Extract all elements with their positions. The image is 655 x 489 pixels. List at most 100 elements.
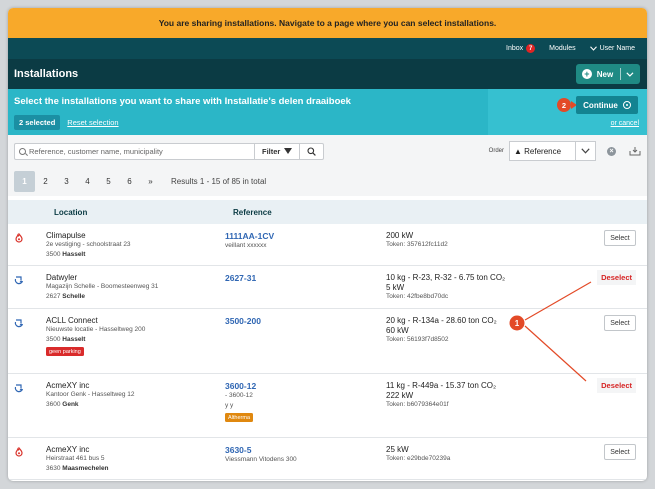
- customer-name: ACLL Connect: [46, 316, 98, 325]
- table-row: Datwyler Magazijn Schelle - Boomesteenweg…: [8, 266, 647, 309]
- heatpump-icon: [14, 275, 24, 287]
- installation-spec: 60 kW: [386, 326, 409, 335]
- annotation-marker-2: 2: [557, 98, 577, 112]
- boiler-icon: [14, 232, 24, 245]
- installation-spec: 11 kg - R-449a - 15.37 ton CO₂: [386, 381, 497, 390]
- table-row: AcmeXY inc Kantoor Genk - Hasseltweg 12 36…: [8, 374, 647, 438]
- select-button[interactable]: Select: [604, 444, 636, 460]
- select-button[interactable]: Select: [604, 230, 636, 246]
- new-button[interactable]: + New: [576, 64, 640, 84]
- page-button-1[interactable]: 1: [14, 171, 35, 192]
- address-line: 2e vestiging - schoolstraat 23: [46, 241, 131, 248]
- column-header-reference: Reference: [233, 207, 272, 217]
- share-info: Select the installations you want to sha…: [8, 89, 488, 135]
- sharing-banner: You are sharing installations. Navigate …: [8, 8, 647, 38]
- deselect-button[interactable]: Deselect: [597, 270, 636, 285]
- chevron-down-icon[interactable]: [626, 71, 634, 77]
- reference-link[interactable]: 3500-200: [225, 316, 261, 326]
- installation-spec: 20 kg - R-134a - 28.60 ton CO₂: [386, 316, 497, 325]
- address-line: Kantoor Genk - Hasseltweg 12: [46, 391, 135, 398]
- select-button[interactable]: Select: [604, 315, 636, 331]
- installation-spec: 25 kW: [386, 445, 409, 454]
- order-value: ▲ Reference: [514, 146, 562, 156]
- clear-filter-icon[interactable]: ×: [607, 146, 616, 156]
- search-button[interactable]: [300, 142, 325, 160]
- user-name-label: User Name: [599, 45, 635, 52]
- chevron-down-icon[interactable]: [575, 142, 595, 160]
- token-text: Token: 56193f7d8502: [386, 336, 449, 343]
- table-header: Location Reference: [8, 200, 647, 224]
- modules-label: Modules: [549, 45, 576, 52]
- tag-badge: Altherma: [225, 413, 254, 422]
- column-header-location: Location: [54, 207, 88, 217]
- new-button-label: New: [596, 69, 614, 79]
- results-summary: Results 1 - 15 of 85 in total: [171, 177, 267, 186]
- reference-link[interactable]: 1111AA-1CV: [225, 231, 274, 241]
- sharing-banner-text: You are sharing installations. Navigate …: [158, 18, 497, 28]
- address-line: Nieuwste locatie - Hasseltweg 200: [46, 326, 146, 333]
- token-text: Token: e29bde70239a: [386, 455, 451, 462]
- pagination: 1 2 3 4 5 6» Results 1 - 15 of 85 in total: [8, 167, 647, 196]
- funnel-icon: [284, 148, 293, 154]
- boiler-icon: [14, 446, 24, 459]
- installation-spec: 200 kW: [386, 231, 414, 240]
- token-text: Token: 357612fc11d2: [386, 241, 448, 248]
- installation-spec: 222 kW: [386, 391, 414, 400]
- share-message: Select the installations you want to sha…: [14, 96, 351, 107]
- plus-icon: +: [582, 69, 592, 79]
- reference-detail: y y: [225, 401, 234, 409]
- selected-count-badge: 2 selected: [14, 115, 61, 130]
- search-icon: [307, 146, 317, 156]
- postal-city: 3500 Hasselt: [46, 250, 86, 258]
- reference-link[interactable]: 3630-5: [225, 445, 297, 455]
- next-page-button[interactable]: »: [140, 171, 161, 192]
- installation-spec: 10 kg - R-23, R-32 - 6.75 ton CO₂: [386, 273, 506, 282]
- continue-label: Continue: [583, 100, 618, 110]
- heatpump-icon: [14, 383, 24, 395]
- search-placeholder: Reference, customer name, municipality: [29, 146, 163, 156]
- page-button-3[interactable]: 3: [56, 171, 77, 192]
- user-menu[interactable]: User Name: [589, 45, 635, 52]
- download-icon[interactable]: [629, 146, 641, 156]
- token-text: Token: 42fbe8bd70dc: [386, 293, 449, 300]
- address-line: Heirstraat 461 bus 5: [46, 455, 105, 462]
- filter-button[interactable]: Filter: [255, 142, 301, 160]
- page-button-6[interactable]: 6: [119, 171, 140, 192]
- deselect-button[interactable]: Deselect: [597, 378, 636, 393]
- page-button-4[interactable]: 4: [77, 171, 98, 192]
- cancel-link[interactable]: or cancel: [611, 120, 639, 127]
- page-button-5[interactable]: 5: [98, 171, 119, 192]
- order-select[interactable]: ▲ Reference: [509, 141, 596, 161]
- filter-label: Filter: [262, 146, 281, 156]
- postal-city: 3600 Genk: [46, 400, 79, 408]
- search-icon: [19, 147, 26, 155]
- page-button-2[interactable]: 2: [35, 171, 56, 192]
- table-row: Climapulse 2e vestiging - schoolstraat 23…: [8, 224, 647, 266]
- installation-list: Climapulse 2e vestiging - schoolstraat 23…: [8, 224, 647, 480]
- modules-link[interactable]: Modules: [549, 45, 575, 52]
- share-actions: 2 Continue or cancel: [488, 89, 647, 135]
- reference-detail: - 3600-12: [225, 392, 253, 399]
- search-input[interactable]: Reference, customer name, municipality: [14, 142, 255, 160]
- inbox-count-badge: 7: [526, 44, 536, 53]
- token-text: Token: b6079364e01f: [386, 401, 449, 408]
- order-label: Order: [488, 148, 504, 154]
- customer-name: AcmeXY inc: [46, 445, 90, 454]
- inbox-link[interactable]: Inbox 7: [506, 44, 536, 53]
- customer-name: Climapulse: [46, 231, 86, 240]
- reference-link[interactable]: 2627-31: [225, 273, 256, 283]
- app-window: You are sharing installations. Navigate …: [8, 8, 647, 481]
- reference-link[interactable]: 3600-12: [225, 381, 256, 391]
- chevron-down-icon: [589, 46, 597, 51]
- reference-detail: Viessmann Vitodens 300: [225, 456, 297, 463]
- address-line: Magazijn Schelle - Boomesteenweg 31: [46, 283, 159, 290]
- inbox-label: Inbox: [506, 45, 524, 52]
- reset-selection-link[interactable]: Reset selection: [67, 118, 118, 127]
- continue-button[interactable]: Continue: [576, 96, 638, 114]
- table-row: ACLL Connect Nieuwste locatie - Hasseltwe…: [8, 309, 647, 374]
- postal-city: 3500 Hasselt: [46, 335, 86, 343]
- tag-badge: geen parking: [46, 347, 84, 356]
- postal-city: 2627 Schelle: [46, 292, 86, 300]
- divider: [620, 68, 622, 80]
- heatpump-icon: [14, 318, 24, 330]
